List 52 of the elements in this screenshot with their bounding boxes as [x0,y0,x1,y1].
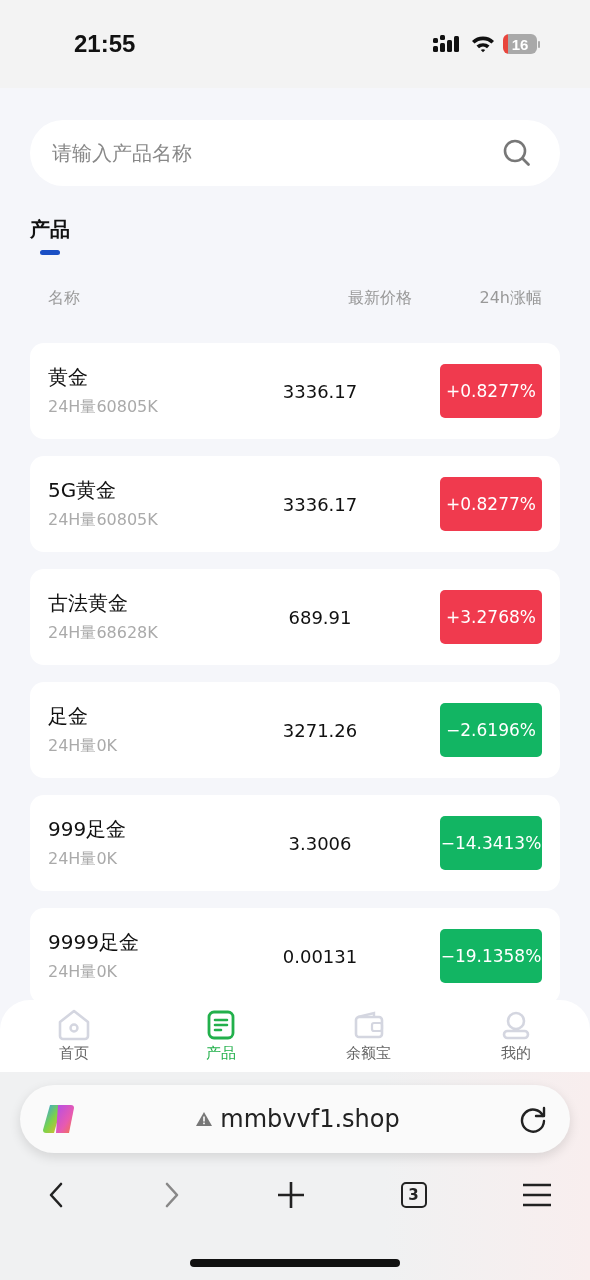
clock-time: 21:55 [74,30,136,58]
column-header: 名称 [48,287,81,309]
volume-text: 24H量68628K [48,623,159,644]
product-name: 5G黄金 [48,477,118,504]
warning-icon [196,1112,213,1126]
column-header: 24h涨幅 [479,287,542,309]
volume-text: 24H量0K [48,962,119,983]
volume-text: 24H量60805K [48,510,159,531]
price-text: 3336.17 [281,493,359,515]
document-icon [207,1010,236,1040]
price-text: 3336.17 [281,380,359,402]
product-name: 999足金 [48,816,128,843]
search-field[interactable]: 请输入产品名称 [30,120,560,186]
product-card[interactable]: 黄金 24H量60805K 3336.17 +0.8277% [30,343,560,439]
product-card[interactable]: 古法黄金 24H量68628K 689.91 +3.2768% [30,569,560,665]
url-text: mmbvvf1.shop [220,1105,400,1133]
price-text: 0.00131 [281,945,359,967]
product-name: 足金 [48,703,89,730]
search-icon[interactable] [502,138,532,168]
volume-text: 24H量60805K [48,397,159,418]
product-card[interactable]: 5G黄金 24H量60805K 3336.17 +0.8277% [30,456,560,552]
battery-icon: 16 [503,34,540,54]
volume-text: 24H量0K [48,849,119,870]
tab-count-button[interactable]: 3 [400,1182,427,1208]
menu-button[interactable] [522,1183,552,1207]
price-text: 3.3006 [287,832,353,854]
nav-tab[interactable]: 我的 [442,1008,590,1066]
product-card[interactable]: 足金 24H量0K 3271.26 −2.6196% [30,682,560,778]
product-name: 黄金 [48,364,89,391]
tab[interactable]: 产品 [30,216,70,256]
column-header: 最新价格 [346,287,413,309]
price-text: 689.91 [287,606,353,628]
volume-text: 24H量0K [48,736,119,757]
change-badge: −14.3413% [440,816,542,870]
wallet-icon [353,1011,384,1039]
nav-tab[interactable]: 余额宝 [295,1008,443,1066]
change-badge: +0.8277% [440,364,542,418]
product-name: 古法黄金 [48,590,129,617]
user-icon [501,1010,532,1040]
product-name: 9999足金 [48,929,140,956]
address-bar[interactable]: mmbvvf1.shop [20,1085,570,1153]
change-badge: +3.2768% [440,590,542,644]
nav-tab[interactable]: 首页 [0,1008,148,1066]
change-badge: −19.1358% [440,929,542,983]
price-text: 3271.26 [281,719,359,741]
change-badge: −2.6196% [440,703,542,757]
new-tab-button[interactable] [277,1181,305,1209]
reload-icon[interactable] [518,1104,548,1134]
product-card[interactable]: 999足金 24H量0K 3.3006 −14.3413% [30,795,560,891]
home-icon [56,1009,91,1041]
change-badge: +0.8277% [440,477,542,531]
wifi-icon [471,35,495,53]
